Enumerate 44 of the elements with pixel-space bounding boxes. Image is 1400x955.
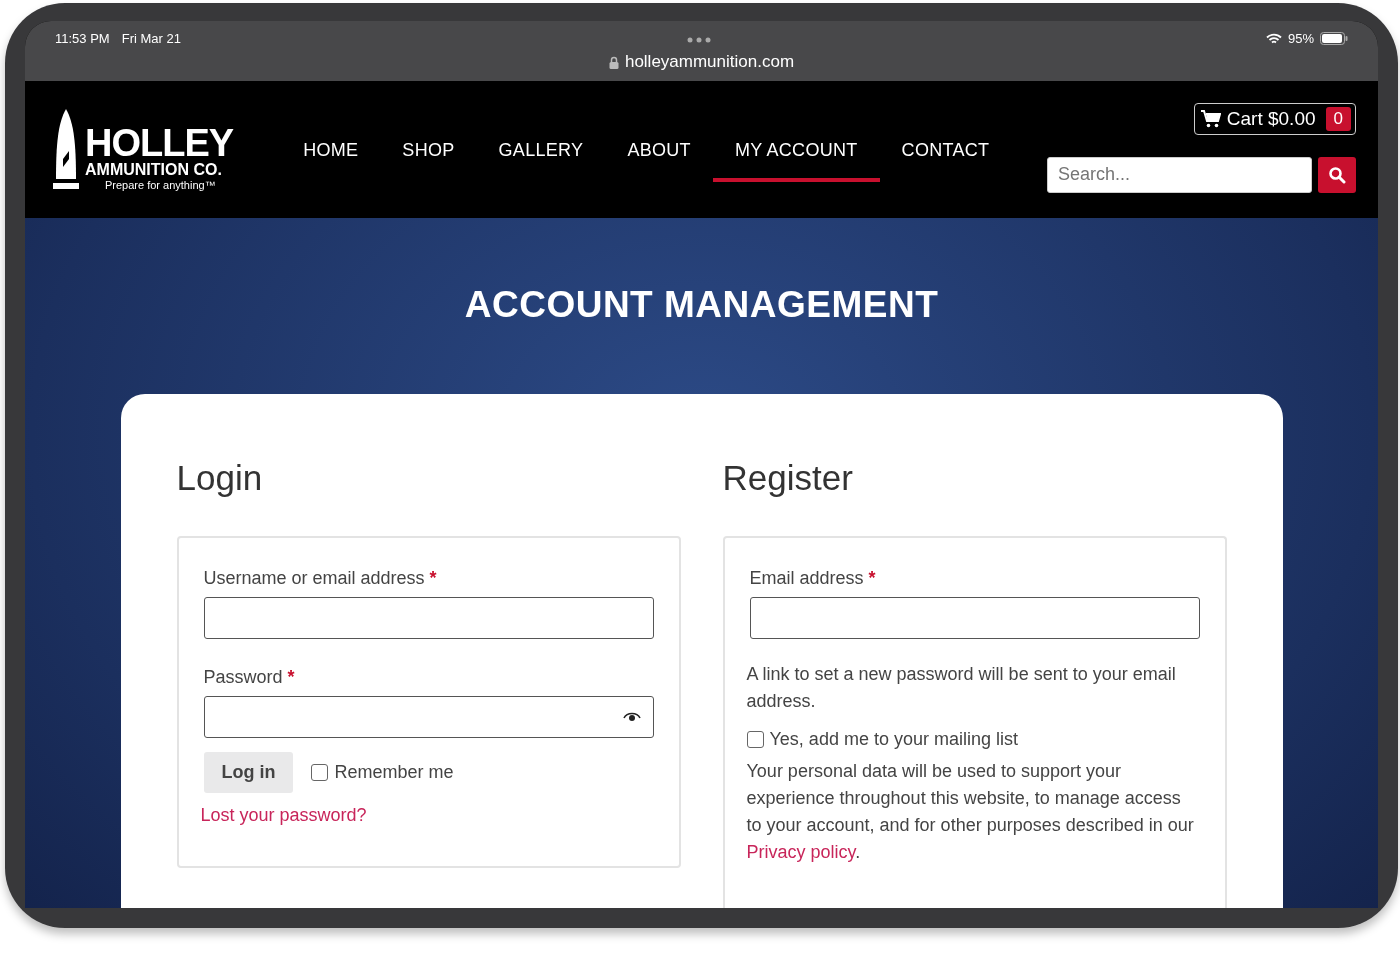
logo-subtitle: AMMUNITION CO. <box>85 161 223 178</box>
checkbox-label: Yes, add me to your mailing list <box>769 729 1018 750</box>
search-field[interactable]: Search... <box>1047 156 1312 193</box>
cart-icon <box>1200 109 1221 128</box>
more-dots-icon[interactable] <box>687 37 711 43</box>
cart-count-badge: 0 <box>1325 106 1351 131</box>
privacy-paragraph: Your personal data will be used to support your experience throughout this website, to manage access to your account, and for other purposes described in our Privacy policy. <box>746 760 1195 864</box>
cart-button[interactable]: Cart $0.00 0 <box>1193 102 1356 135</box>
checkbox-label: Remember me <box>334 762 454 783</box>
nav-link[interactable]: SHOP <box>380 123 477 182</box>
status-time: 11:53 PM <box>55 31 110 46</box>
wifi-icon <box>1265 32 1282 45</box>
password-note: A link to set a new password will be sent to your email address. <box>746 663 1177 713</box>
field-label: Password * <box>203 667 296 688</box>
login-button[interactable]: Log in <box>203 752 294 793</box>
lost-password-link[interactable]: Lost your password? <box>200 805 654 826</box>
lock-icon <box>608 55 619 69</box>
battery-icon <box>1320 32 1348 45</box>
field-label: Email address * <box>749 568 877 589</box>
search-button[interactable] <box>1318 156 1356 193</box>
field-label: Username or email address * <box>203 568 438 589</box>
nav-link[interactable]: HOME <box>281 123 381 182</box>
register-heading: Register <box>722 458 854 498</box>
password-field[interactable] <box>203 696 654 738</box>
checkbox[interactable] <box>311 764 329 781</box>
page-title: ACCOUNT MANAGEMENT <box>464 284 939 326</box>
checkbox[interactable] <box>746 731 764 748</box>
logo-tagline: Prepare for anything™ <box>105 179 217 191</box>
nav-link[interactable]: GALLERY <box>476 123 606 182</box>
logo[interactable]: HOLLEY AMMUNITION CO. Prepare for anything™ <box>53 108 234 191</box>
eye-icon[interactable] <box>622 712 641 722</box>
search-icon <box>1328 165 1346 184</box>
nav-link[interactable]: CONTACT <box>879 123 1012 182</box>
address-bar[interactable]: holleyammunition.com <box>55 52 1348 72</box>
bullet-icon <box>53 108 79 191</box>
privacy-policy-link[interactable]: Privacy policy <box>746 842 856 862</box>
nav-link[interactable]: MY ACCOUNT <box>712 123 880 182</box>
username-field[interactable] <box>203 597 654 639</box>
status-date: Fri Mar 21 <box>121 31 181 46</box>
logo-name: HOLLEY <box>85 123 234 162</box>
battery-percent: 95% <box>1287 31 1314 46</box>
email-field[interactable] <box>749 597 1200 639</box>
login-heading: Login <box>176 458 264 498</box>
nav-link[interactable]: ABOUT <box>605 123 713 182</box>
